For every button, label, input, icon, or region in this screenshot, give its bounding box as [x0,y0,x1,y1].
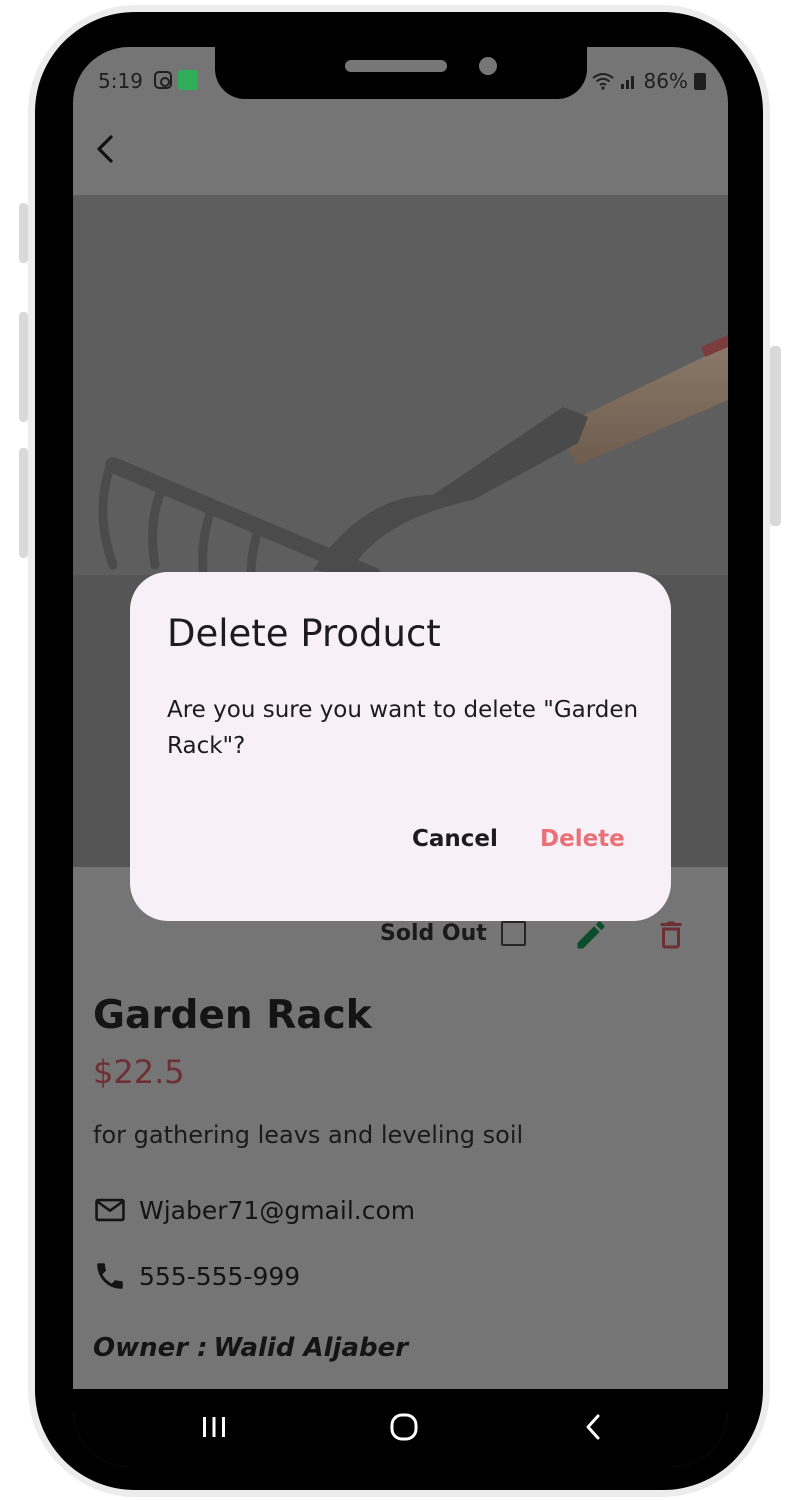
battery-icon [694,72,706,90]
signal-icon [620,76,634,89]
cancel-button[interactable]: Cancel [412,826,498,852]
home-icon[interactable] [386,1409,422,1445]
owner-email: Wjaber71@gmail.com [139,1195,416,1225]
bixby-button [19,448,28,558]
nav-back-icon[interactable] [576,1409,612,1445]
mail-icon [95,1198,125,1222]
confirm-delete-button[interactable]: Delete [540,826,625,852]
product-description: for gathering leavs and leveling soil [93,1121,524,1149]
product-price: $22.5 [93,1053,185,1091]
recent-apps-icon[interactable] [196,1409,232,1445]
status-right: 86% [591,69,706,93]
dialog-message: Are you sure you want to delete "Garden … [167,697,639,759]
dialog-title: Delete Product [167,612,441,655]
owner-row: Owner : Walid Aljaber [93,1333,408,1363]
delete-product-dialog: Delete Product Are you sure you want to … [130,572,671,921]
trash-icon[interactable] [653,917,689,953]
sold-out-label: Sold Out [380,921,487,946]
phone-screen: 5:19 86% Sold Out Garden Rack $22.5 for … [73,47,728,1467]
back-button[interactable] [83,125,131,173]
system-nav-bar [73,1389,728,1467]
email-row[interactable]: Wjaber71@gmail.com [93,1193,415,1227]
instagram-icon [154,71,172,89]
camera-notch [215,47,587,99]
product-title: Garden Rack [93,993,372,1038]
owner-label: Owner : [93,1333,208,1363]
phone-icon [97,1263,123,1289]
app-bar [73,115,728,195]
app-notification-icon [178,70,198,90]
power-button [770,346,781,526]
owner-phone: 555-555-999 [139,1261,301,1291]
phone-row[interactable]: 555-555-999 [93,1259,300,1293]
earpiece-speaker [345,60,447,72]
wifi-icon [591,73,614,90]
battery-percent: 86% [643,69,688,93]
volume-up-button [19,203,28,263]
status-time: 5:19 [98,69,143,93]
notification-icons [154,70,198,90]
arrow-back-icon [97,135,113,163]
sold-out-checkbox[interactable] [501,921,526,946]
volume-down-button [19,312,28,422]
pencil-icon[interactable] [573,917,609,953]
owner-name: Walid Aljaber [213,1333,409,1363]
front-camera [479,57,497,75]
